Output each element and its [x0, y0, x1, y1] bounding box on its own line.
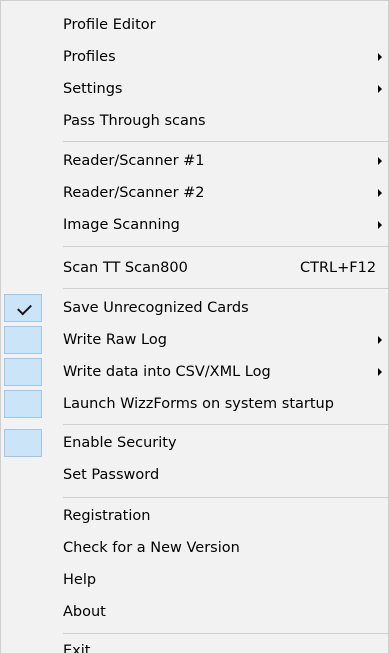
submenu-arrow-icon [378, 336, 382, 344]
checkbox [4, 294, 42, 322]
menu-item-label: Save Unrecognized Cards [63, 300, 249, 316]
menu-item-scan-tt-scan800[interactable]: Scan TT Scan800 CTRL+F12 [1, 252, 388, 284]
checkbox [4, 429, 42, 457]
checkbox [4, 390, 42, 418]
menu-item-shortcut: CTRL+F12 [300, 260, 377, 276]
menu-item-exit[interactable]: Exit [1, 635, 388, 653]
menu-item-about[interactable]: About [1, 596, 388, 628]
submenu-arrow-icon [378, 157, 382, 165]
menu-item-reader-scanner-2[interactable]: Reader/Scanner #2 [1, 177, 388, 209]
submenu-arrow-icon [378, 53, 382, 61]
menu-item-label: Profile Editor [63, 17, 156, 33]
menu-item-label: Help [63, 572, 97, 588]
menu-separator [63, 497, 388, 498]
menu-item-label: Settings [63, 81, 123, 97]
menu-item-write-csv-xml-log[interactable]: Write data into CSV/XML Log [1, 356, 388, 388]
menu-item-pass-through-scans[interactable]: Pass Through scans [1, 105, 388, 137]
menu-item-help[interactable]: Help [1, 564, 388, 596]
menu-item-registration[interactable]: Registration [1, 500, 388, 532]
menu-item-enable-security[interactable]: Enable Security [1, 427, 388, 459]
menu-item-label: Write data into CSV/XML Log [63, 364, 271, 380]
menu-item-reader-scanner-1[interactable]: Reader/Scanner #1 [1, 145, 388, 177]
menu-item-label: Image Scanning [63, 217, 180, 233]
menu-separator [63, 246, 388, 247]
menu-item-save-unrecognized-cards[interactable]: Save Unrecognized Cards [1, 292, 388, 324]
menu-item-label: Write Raw Log [63, 332, 167, 348]
menu-item-set-password[interactable]: Set Password [1, 459, 388, 491]
menu-item-launch-on-startup[interactable]: Launch WizzForms on system startup [1, 388, 388, 420]
checkmark-icon [17, 300, 32, 316]
menu-separator [63, 424, 388, 425]
submenu-arrow-icon [378, 221, 382, 229]
menu-item-label: Scan TT Scan800 [63, 260, 188, 276]
menu-item-profile-editor[interactable]: Profile Editor [1, 9, 388, 41]
menu-item-label: Reader/Scanner #1 [63, 153, 205, 169]
submenu-arrow-icon [378, 85, 382, 93]
menu-item-label: Check for a New Version [63, 540, 240, 556]
menu-item-label: Pass Through scans [63, 113, 206, 129]
menu-item-label: Registration [63, 508, 151, 524]
menu-item-settings[interactable]: Settings [1, 73, 388, 105]
submenu-arrow-icon [378, 189, 382, 197]
menu-item-label: Exit [63, 643, 91, 653]
menu-separator [63, 633, 388, 634]
menu-item-label: Launch WizzForms on system startup [63, 396, 334, 412]
menu-item-write-raw-log[interactable]: Write Raw Log [1, 324, 388, 356]
menu-item-label: Profiles [63, 49, 116, 65]
checkbox [4, 358, 42, 386]
menu-separator [63, 141, 388, 142]
context-menu: Profile Editor Profiles Settings Pass Th… [0, 0, 389, 653]
menu-item-profiles[interactable]: Profiles [1, 41, 388, 73]
menu-item-label: About [63, 604, 106, 620]
menu-item-label: Reader/Scanner #2 [63, 185, 205, 201]
menu-item-label: Set Password [63, 467, 160, 483]
menu-item-label: Enable Security [63, 435, 177, 451]
checkbox [4, 326, 42, 354]
submenu-arrow-icon [378, 368, 382, 376]
menu-separator [63, 288, 388, 289]
menu-item-image-scanning[interactable]: Image Scanning [1, 209, 388, 241]
menu-item-check-new-version[interactable]: Check for a New Version [1, 532, 388, 564]
